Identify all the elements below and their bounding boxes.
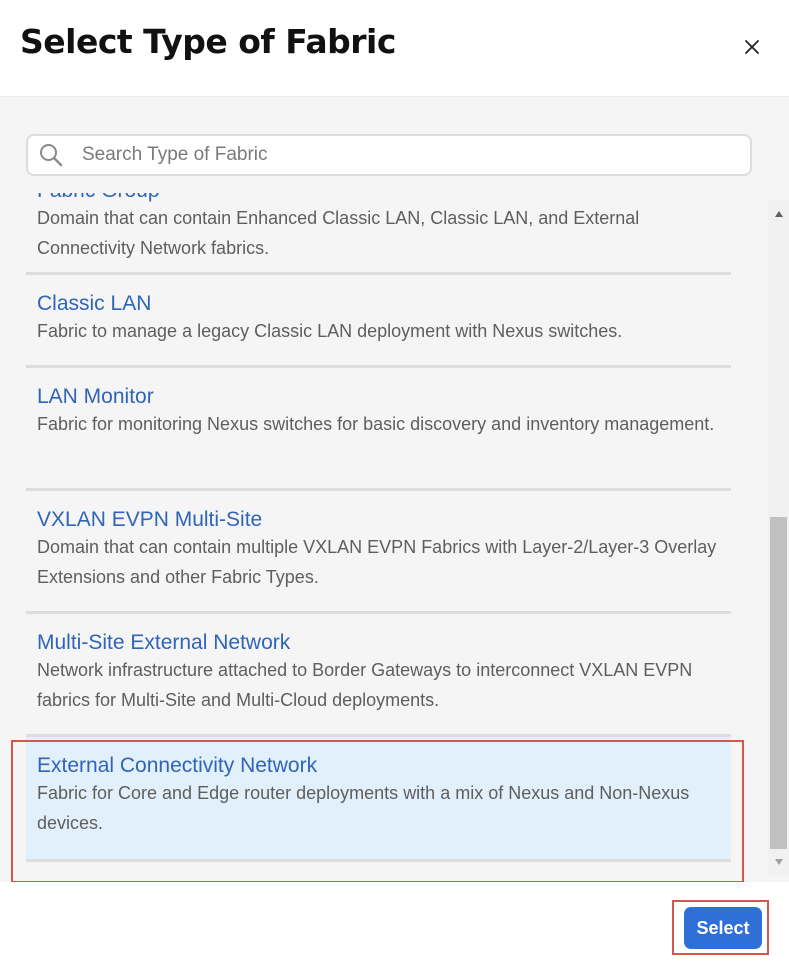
fabric-type-description: Domain that can contain Enhanced Classic… [37, 208, 640, 258]
fabric-type-name: Multi-Site External Network [37, 631, 291, 654]
fabric-type-description: Fabric to manage a legacy Classic LAN de… [37, 321, 623, 341]
fabric-type-description: Fabric for monitoring Nexus switches for… [37, 414, 715, 434]
scrollbar-thumb[interactable] [770, 517, 787, 849]
fabric-type-item[interactable]: Multi-Site External Network Network infr… [26, 614, 731, 737]
fabric-type-item[interactable]: LAN Monitor Fabric for monitoring Nexus … [26, 368, 731, 491]
search-input[interactable] [80, 143, 704, 167]
fabric-type-description: Domain that can contain multiple VXLAN E… [37, 537, 717, 587]
dialog-footer [0, 882, 789, 971]
triangle-up-icon [774, 211, 783, 217]
fabric-type-name: Fabric Group [37, 193, 720, 203]
fabric-type-name: External Connectivity Network [37, 754, 318, 777]
triangle-down-icon [774, 859, 783, 865]
fabric-type-description: Fabric for Core and Edge router deployme… [37, 783, 690, 833]
fabric-type-item-selected[interactable]: External Connectivity Network Fabric for… [26, 737, 731, 862]
dialog-header: Select Type of Fabric [0, 0, 789, 97]
select-button[interactable]: Select [684, 907, 762, 949]
search-icon [38, 142, 64, 168]
dialog-title: Select Type of Fabric [20, 22, 396, 61]
scroll-up-button[interactable] [768, 206, 789, 222]
search-box[interactable] [26, 134, 752, 176]
close-button[interactable] [740, 36, 764, 58]
scroll-down-button[interactable] [768, 854, 789, 870]
fabric-type-name: Classic LAN [37, 292, 152, 315]
fabric-type-name: LAN Monitor [37, 385, 154, 408]
fabric-type-description: Network infrastructure attached to Borde… [37, 660, 693, 710]
fabric-type-list[interactable]: Fabric Group Domain that can contain Enh… [26, 193, 731, 876]
fabric-type-item[interactable]: Classic LAN Fabric to manage a legacy Cl… [26, 275, 731, 368]
fabric-type-name: VXLAN EVPN Multi-Site [37, 508, 263, 531]
scrollbar[interactable] [768, 200, 789, 876]
fabric-type-item[interactable]: Fabric Group Domain that can contain Enh… [26, 193, 731, 275]
fabric-type-item[interactable]: VXLAN EVPN Multi-Site Domain that can co… [26, 491, 731, 614]
close-icon [745, 40, 759, 54]
